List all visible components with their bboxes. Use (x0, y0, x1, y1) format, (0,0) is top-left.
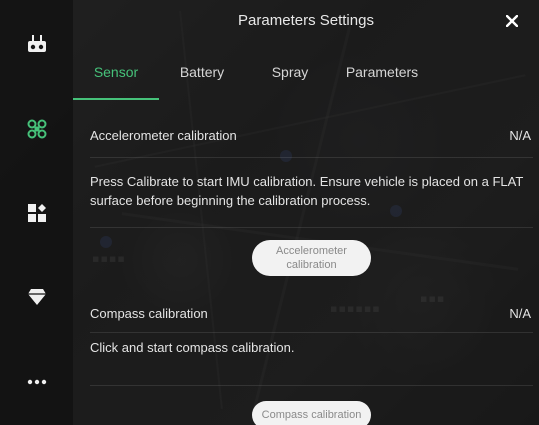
compass-title: Compass calibration (90, 306, 208, 321)
accelerometer-title: Accelerometer calibration (90, 128, 237, 143)
divider (90, 332, 533, 333)
sidebar-item-more[interactable] (0, 360, 73, 404)
accelerometer-calibration-button[interactable]: Accelerometer calibration (252, 240, 371, 276)
tab-bar: Sensor Battery Spray Parameters (73, 62, 539, 100)
accelerometer-button-label-1: Accelerometer (276, 245, 347, 257)
app-screen: ▪▪▪▪ ▪▪▪▪▪▪ ▪▪▪ (0, 0, 539, 425)
remote-controller-icon (27, 35, 46, 52)
settings-panel: Parameters Settings Sensor Battery Spray… (73, 0, 539, 425)
widgets-icon (27, 204, 46, 222)
accelerometer-status: N/A (509, 128, 531, 143)
tab-spray[interactable]: Spray (270, 62, 310, 100)
page-title: Parameters Settings (238, 12, 374, 29)
diamond-icon (27, 289, 46, 305)
sidebar-item-diamond[interactable] (0, 275, 73, 319)
divider (90, 157, 533, 158)
accelerometer-row: Accelerometer calibration N/A (90, 128, 531, 143)
compass-status: N/A (509, 306, 531, 321)
drone-icon (27, 119, 46, 139)
divider (90, 385, 533, 386)
compass-row: Compass calibration N/A (90, 306, 531, 321)
active-tab-indicator (73, 98, 159, 100)
close-icon (506, 15, 518, 27)
more-icon (27, 379, 46, 385)
compass-calibration-button[interactable]: Compass calibration (252, 401, 371, 425)
tab-sensor[interactable]: Sensor (93, 62, 139, 100)
compass-description: Click and start compass calibration. (90, 340, 295, 355)
close-button[interactable] (501, 10, 523, 32)
tab-battery[interactable]: Battery (177, 62, 227, 100)
sidebar-item-drone[interactable] (0, 107, 73, 151)
accelerometer-description: Press Calibrate to start IMU calibration… (90, 174, 524, 208)
tab-parameters[interactable]: Parameters (345, 62, 419, 100)
sidebar (0, 0, 73, 425)
divider (90, 227, 533, 228)
sidebar-item-widgets[interactable] (0, 191, 73, 235)
sidebar-item-remote[interactable] (0, 22, 73, 66)
accelerometer-button-label-2: calibration (286, 259, 337, 271)
